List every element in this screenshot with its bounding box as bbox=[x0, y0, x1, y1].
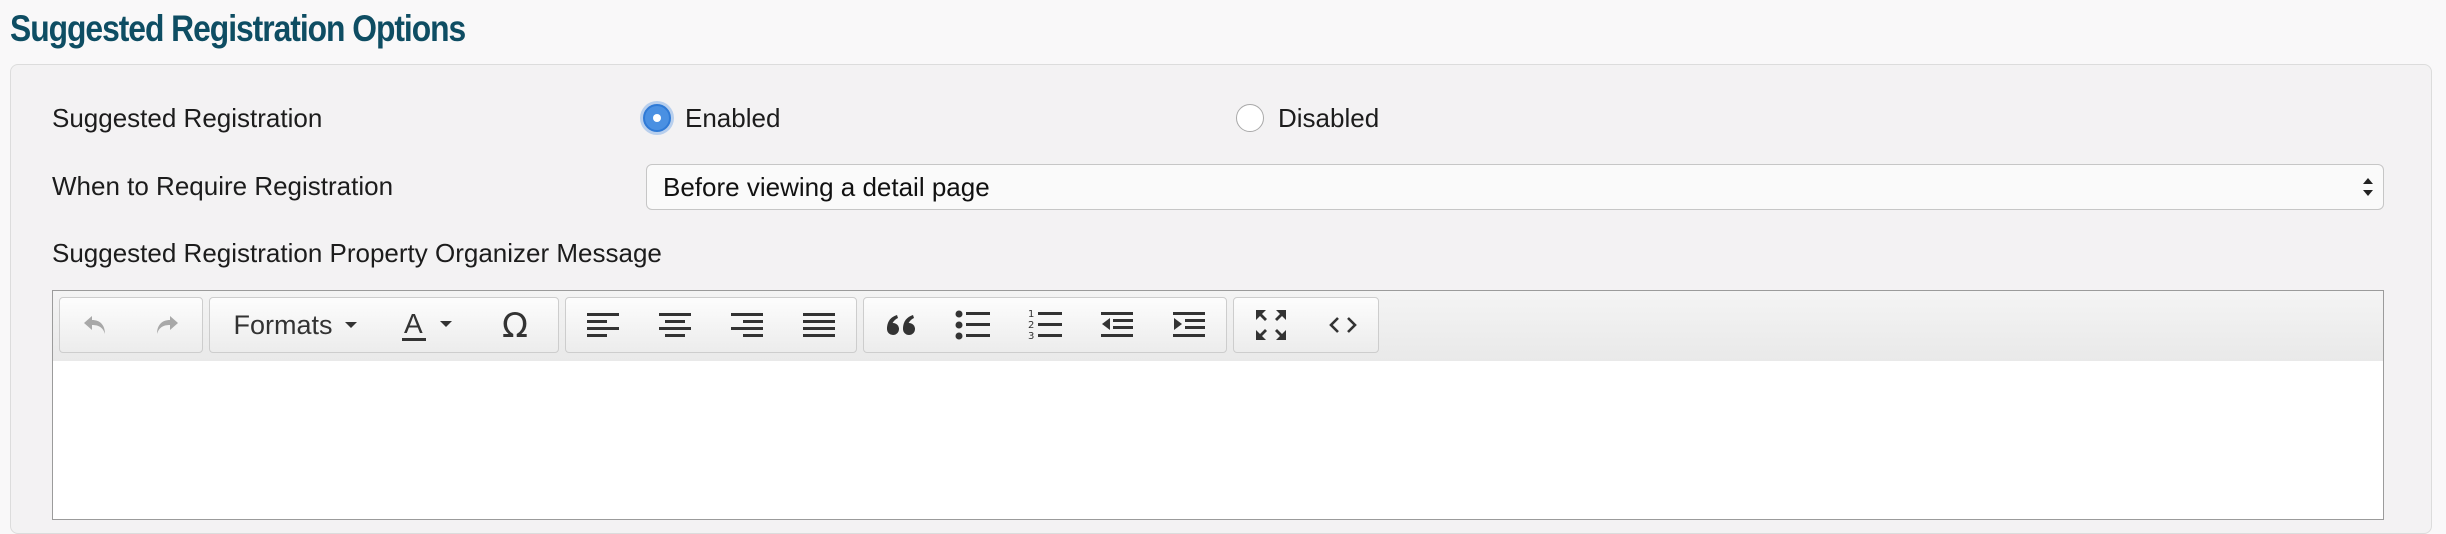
numbered-list-button[interactable]: 123 bbox=[1010, 298, 1080, 352]
formats-label: Formats bbox=[233, 309, 333, 340]
organizer-message-label: Suggested Registration Property Organize… bbox=[52, 238, 662, 268]
history-group bbox=[59, 297, 203, 353]
align-justify-icon bbox=[803, 313, 835, 337]
numbered-list-icon: 123 bbox=[1028, 309, 1062, 342]
require-registration-label: When to Require Registration bbox=[52, 171, 394, 201]
select-arrows-icon bbox=[2363, 178, 2373, 196]
undo-icon bbox=[84, 316, 105, 334]
editor-content-area[interactable] bbox=[53, 361, 2383, 519]
special-character-icon: Ω bbox=[502, 306, 528, 345]
editor-toolbar: Formats A Ω 1 2 3 bbox=[53, 291, 2383, 362]
radio-disabled-label: Disabled bbox=[1278, 102, 1380, 133]
align-center-button[interactable] bbox=[640, 298, 710, 352]
view-group bbox=[1233, 297, 1379, 353]
blockquote-icon bbox=[887, 315, 915, 335]
bullet-list-icon bbox=[955, 310, 990, 340]
indent-icon bbox=[1173, 312, 1205, 337]
align-left-button[interactable] bbox=[568, 298, 638, 352]
redo-icon bbox=[157, 316, 178, 334]
radio-disabled-indicator[interactable] bbox=[1236, 104, 1264, 132]
align-left-icon bbox=[587, 313, 619, 337]
formats-dropdown[interactable]: Formats bbox=[216, 298, 376, 352]
require-registration-select[interactable]: Before viewing a detail page bbox=[646, 164, 2384, 210]
radio-enabled[interactable]: Enabled bbox=[643, 98, 780, 138]
radio-disabled[interactable]: Disabled bbox=[1236, 98, 1379, 138]
section-title: Suggested Registration Options bbox=[10, 8, 466, 49]
source-code-icon bbox=[1329, 317, 1357, 333]
indent-button[interactable] bbox=[1154, 298, 1224, 352]
align-right-icon bbox=[731, 313, 763, 337]
rich-text-editor: Formats A Ω 1 2 3 bbox=[52, 290, 2384, 520]
outdent-button[interactable] bbox=[1082, 298, 1152, 352]
format-group: Formats A Ω bbox=[209, 297, 559, 353]
special-character-button[interactable]: Ω bbox=[482, 298, 552, 352]
svg-text:Ω: Ω bbox=[502, 306, 528, 345]
block-group: 123 bbox=[863, 297, 1227, 353]
blockquote-button[interactable] bbox=[866, 298, 936, 352]
svg-text:1: 1 bbox=[1028, 309, 1034, 320]
align-center-icon bbox=[659, 313, 691, 337]
require-registration-value: Before viewing a detail page bbox=[663, 171, 990, 202]
fullscreen-icon bbox=[1256, 310, 1286, 340]
bullet-list-button[interactable] bbox=[938, 298, 1008, 352]
suggested-registration-label: Suggested Registration bbox=[52, 103, 323, 133]
svg-text:A: A bbox=[404, 308, 423, 339]
radio-enabled-indicator[interactable] bbox=[643, 104, 671, 132]
text-color-icon: A bbox=[402, 308, 452, 341]
alignment-group bbox=[565, 297, 857, 353]
formats-caret-icon bbox=[344, 322, 357, 328]
redo-button[interactable] bbox=[132, 298, 202, 352]
align-justify-button[interactable] bbox=[784, 298, 854, 352]
text-color-button[interactable]: A bbox=[386, 298, 470, 352]
source-code-button[interactable] bbox=[1308, 298, 1378, 352]
fullscreen-button[interactable] bbox=[1236, 298, 1306, 352]
svg-text:3: 3 bbox=[1028, 331, 1034, 342]
undo-button[interactable] bbox=[60, 298, 130, 352]
svg-text:2: 2 bbox=[1028, 320, 1034, 331]
radio-enabled-label: Enabled bbox=[685, 102, 781, 133]
outdent-icon bbox=[1101, 312, 1133, 337]
align-right-button[interactable] bbox=[712, 298, 782, 352]
